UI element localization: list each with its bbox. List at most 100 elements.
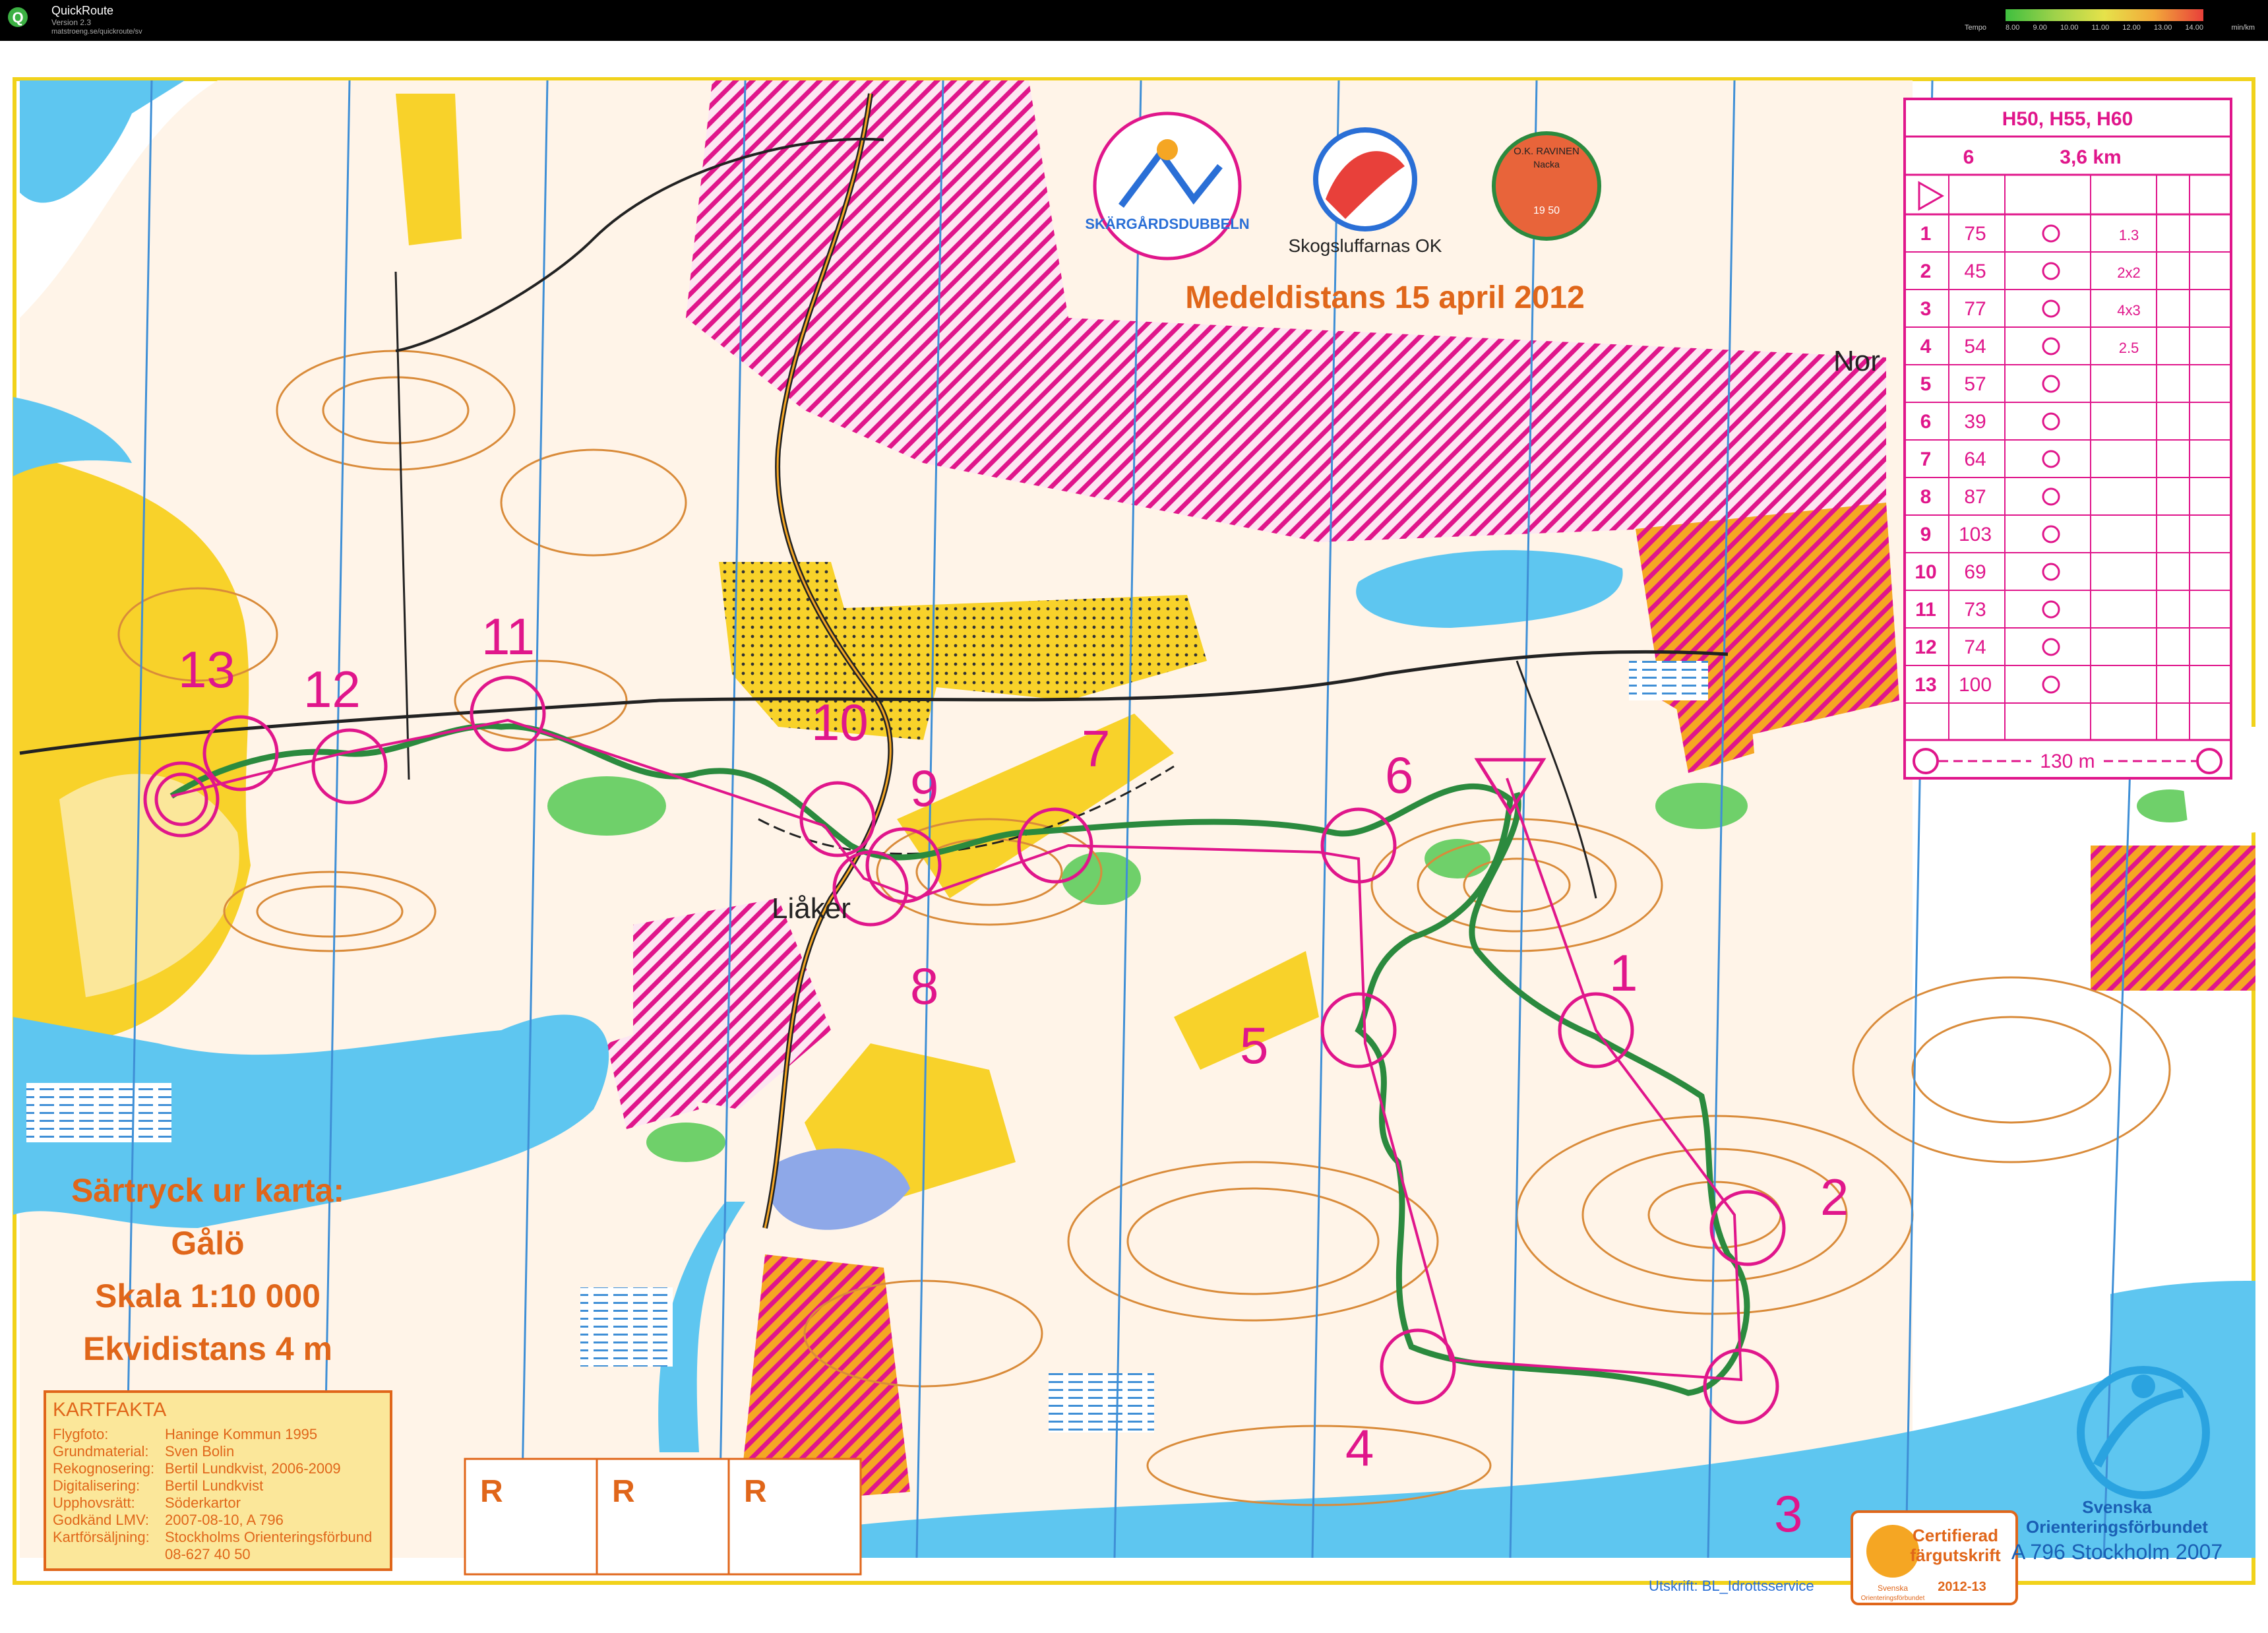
sofd-line3: A 796 Stockholm 2007 [2011, 1540, 2222, 1564]
sofd-line2: Orienteringsförbundet [2026, 1517, 2208, 1537]
control-number: 3 [1774, 1485, 1802, 1543]
kartfakta-key: Flygfoto: [53, 1426, 108, 1442]
kartfakta-value: Söderkartor [165, 1494, 241, 1511]
control-number: 9 [910, 759, 938, 817]
ok-ravinen-text: O.K. RAVINEN [1514, 146, 1579, 157]
cd-control-number: 11 [1915, 599, 1936, 621]
control-number: 4 [1345, 1419, 1374, 1477]
kartfakta-value: Bertil Lundkvist, 2006-2009 [165, 1460, 341, 1477]
kartfakta-value: Bertil Lundkvist [165, 1477, 263, 1494]
kartfakta-key: Digitalisering: [53, 1477, 140, 1494]
cd-control-size: 4x3 [2117, 302, 2140, 319]
cd-control-code: 69 [1964, 561, 1986, 583]
cd-control-size: 1.3 [2119, 227, 2139, 243]
cd-course: 6 [1963, 146, 1975, 168]
terrain-layer [13, 80, 2203, 1558]
cd-control-code: 57 [1964, 373, 1986, 395]
certified-line1: Certifierad [1913, 1525, 1998, 1545]
control-number: 10 [811, 693, 869, 751]
cd-control-code: 87 [1964, 486, 1986, 508]
cd-control-size: 2x2 [2117, 264, 2140, 281]
svg-text:Q: Q [12, 9, 23, 26]
quickroute-q-icon: Q [8, 7, 28, 27]
app-url: matstroeng.se/quickroute/sv [51, 28, 142, 36]
print-note: Utskrift: BL_Idrottsservice [1649, 1578, 1814, 1594]
kartfakta-key: Upphovsrätt: [53, 1494, 135, 1511]
kartfakta-key: Rekognosering: [53, 1460, 154, 1477]
control-number: 5 [1240, 1016, 1268, 1074]
cd-control-number: 13 [1915, 674, 1936, 696]
r-box-label: R [480, 1474, 503, 1509]
cd-control-number: 7 [1920, 448, 1932, 470]
cd-control-code: 64 [1964, 448, 1986, 470]
r-box-label: R [744, 1474, 767, 1509]
ok-ravinen-year: 19 50 [1533, 205, 1560, 216]
tempo-tick: 12.00 [2122, 24, 2141, 32]
control-description: H50, H55, H60 6 3,6 km 1 75 1.32 45 2x23 77 4x… [1903, 98, 2232, 780]
map-info-line4: Ekvidistans 4 m [83, 1330, 332, 1367]
map-info-line3: Skala 1:10 000 [95, 1278, 321, 1314]
cd-control-code: 74 [1964, 636, 1986, 658]
certified-small2: Orienteringsförbundet [1861, 1595, 1925, 1602]
tempo-tick: 9.00 [2033, 24, 2047, 32]
kartfakta-value: 2007-08-10, A 796 [165, 1512, 284, 1528]
cd-finish-distance: 130 m [2040, 751, 2095, 772]
control-number: 12 [303, 660, 361, 718]
cd-control-number: 10 [1915, 561, 1936, 583]
kartfakta-value: Stockholms Orienteringsförbund [165, 1529, 372, 1545]
kartfakta-key: Godkänd LMV: [53, 1512, 149, 1528]
tempo-ticks: 8.00 9.00 10.00 11.00 12.00 13.00 14.00 [2006, 24, 2203, 32]
cd-control-number: 8 [1920, 486, 1932, 508]
r-box-label: R [612, 1474, 635, 1509]
title-bar: Q QuickRoute Version 2.3 matstroeng.se/q… [0, 0, 2268, 41]
cd-control-number: 3 [1920, 298, 1932, 320]
control-number: 6 [1385, 746, 1413, 804]
cd-control-code: 75 [1964, 223, 1986, 245]
cd-control-number: 12 [1915, 636, 1936, 658]
tempo-label: Tempo [1965, 24, 1987, 32]
app-version: Version 2.3 [51, 18, 92, 27]
certified-badge: Certifierad färgutskrift 2012-13 Svenska… [1851, 1510, 2018, 1605]
skargardsdubbeln-text: SKÄRGÅRDSDUBBELN [1085, 215, 1249, 232]
cd-control-size: 2.5 [2119, 340, 2139, 356]
ok-ravinen-city: Nacka [1533, 159, 1560, 169]
control-number: 2 [1820, 1168, 1849, 1226]
certified-line3: 2012-13 [1938, 1580, 1986, 1594]
cd-control-number: 2 [1920, 261, 1932, 282]
cd-control-code: 103 [1959, 524, 1992, 545]
cd-control-code: 100 [1959, 674, 1992, 696]
tempo-tick: 10.00 [2060, 24, 2079, 32]
event-title: Medeldistans 15 april 2012 [1185, 280, 1585, 315]
kartfakta-key: Grundmaterial: [53, 1443, 149, 1460]
cd-control-number: 4 [1920, 336, 1932, 357]
map-info-line1: Särtryck ur karta: [71, 1172, 344, 1209]
place-name-liaker: Liåker [772, 892, 851, 925]
cd-control-number: 6 [1920, 411, 1932, 433]
orienteering-map[interactable]: 1 2 3 4 5 6 7 8 9 10 11 12 13 Liåker Nor… [0, 41, 2268, 1633]
map-info-line2: Gålö [171, 1225, 244, 1262]
cd-control-code: 54 [1964, 336, 1986, 357]
tempo-tick: 8.00 [2006, 24, 2020, 32]
tempo-gradient-bar [2006, 9, 2203, 21]
cd-control-code: 73 [1964, 599, 1986, 621]
tempo-tick: 14.00 [2185, 24, 2203, 32]
kartfakta-key: Kartförsäljning: [53, 1529, 150, 1545]
tempo-unit: min/km [2231, 24, 2255, 32]
control-number: 11 [481, 607, 535, 665]
kartfakta-value: Sven Bolin [165, 1443, 234, 1460]
cd-classes: H50, H55, H60 [2002, 108, 2133, 130]
control-number: 1 [1609, 944, 1638, 1002]
skargardsdubbeln-logo [1093, 111, 1242, 261]
sofd-line1: Svenska [2082, 1497, 2152, 1517]
app-title: QuickRoute [51, 4, 114, 17]
cd-control-number: 1 [1920, 223, 1932, 245]
cd-control-code: 77 [1964, 298, 1986, 320]
organizer-name: Skogsluffarnas OK [1289, 235, 1442, 256]
certified-small1: Svenska [1878, 1584, 1908, 1593]
kartfakta-value: 08-627 40 50 [165, 1546, 251, 1562]
control-number: 8 [910, 957, 938, 1015]
kartfakta-value: Haninge Kommun 1995 [165, 1426, 317, 1442]
kartfakta-title: KARTFAKTA [53, 1399, 166, 1421]
cd-control-code: 45 [1964, 261, 1986, 282]
control-number: 13 [178, 640, 235, 698]
